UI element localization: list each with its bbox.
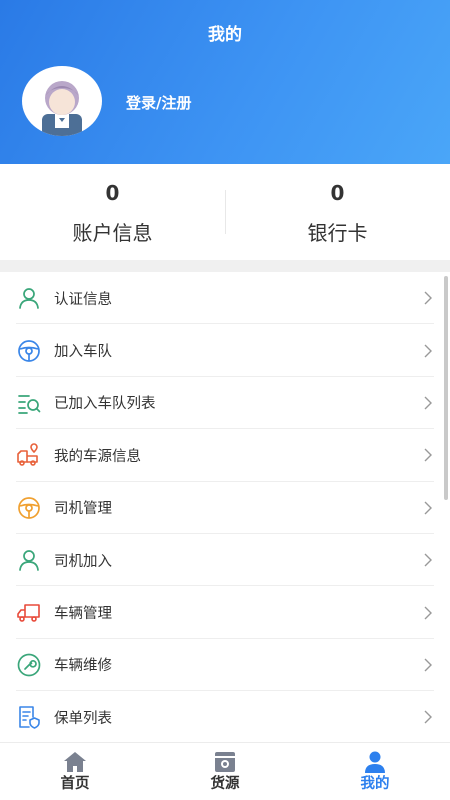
tab-label: 货源 bbox=[210, 776, 240, 792]
chevron-right-icon bbox=[424, 658, 432, 672]
tab-cargo[interactable]: 货源 bbox=[150, 743, 300, 800]
chevron-right-icon bbox=[424, 396, 432, 410]
menu-item-joined-fleets[interactable]: 已加入车队列表 bbox=[0, 377, 450, 430]
account-info-label: 账户信息 bbox=[72, 221, 153, 245]
bank-card-label: 银行卡 bbox=[307, 221, 368, 245]
page-title: 我的 bbox=[208, 25, 242, 45]
bottom-tab-bar: 首页 货源 我的 bbox=[0, 742, 450, 800]
truck-icon bbox=[17, 603, 40, 622]
account-stats: 0 账户信息 0 银行卡 bbox=[0, 164, 450, 260]
menu-item-my-vehicle-info[interactable]: 我的车源信息 bbox=[0, 429, 450, 482]
menu-item-vehicle-management[interactable]: 车辆管理 bbox=[0, 586, 450, 640]
chevron-right-icon bbox=[424, 291, 432, 305]
chevron-right-icon bbox=[424, 448, 432, 462]
menu-item-certification[interactable]: 认证信息 bbox=[0, 272, 450, 325]
scrollbar[interactable] bbox=[444, 276, 448, 500]
menu-label: 司机加入 bbox=[54, 553, 112, 570]
chevron-right-icon bbox=[424, 344, 432, 358]
menu-item-driver-join[interactable]: 司机加入 bbox=[0, 534, 450, 587]
document-shield-icon bbox=[19, 706, 40, 730]
menu-item-policy-list[interactable]: 保单列表 bbox=[0, 691, 450, 743]
steering-wheel-icon bbox=[18, 339, 40, 362]
account-info-stat[interactable]: 0 账户信息 bbox=[0, 164, 225, 260]
chevron-right-icon bbox=[424, 501, 432, 515]
menu-item-driver-management[interactable]: 司机管理 bbox=[0, 482, 450, 535]
truck-location-icon bbox=[17, 443, 38, 467]
menu-label: 车辆管理 bbox=[54, 606, 112, 623]
chevron-right-icon bbox=[424, 553, 432, 567]
menu-label: 我的车源信息 bbox=[54, 448, 141, 465]
user-icon bbox=[365, 751, 385, 773]
home-icon bbox=[64, 752, 86, 772]
avatar[interactable] bbox=[22, 66, 102, 136]
menu-label: 保单列表 bbox=[54, 710, 112, 727]
stats-divider bbox=[225, 190, 226, 234]
menu-label: 车辆维修 bbox=[54, 658, 112, 675]
person-outline-icon bbox=[19, 288, 39, 310]
tab-home[interactable]: 首页 bbox=[0, 743, 150, 800]
menu-label: 已加入车队列表 bbox=[54, 396, 156, 413]
menu-item-join-fleet[interactable]: 加入车队 bbox=[0, 324, 450, 378]
section-gap bbox=[0, 260, 450, 272]
chevron-right-icon bbox=[424, 710, 432, 724]
list-search-icon bbox=[18, 395, 41, 414]
menu-label: 司机管理 bbox=[54, 501, 112, 518]
menu-label: 加入车队 bbox=[54, 344, 112, 361]
menu-item-vehicle-repair[interactable]: 车辆维修 bbox=[0, 639, 450, 692]
tab-label: 我的 bbox=[360, 776, 390, 792]
bank-card-value: 0 bbox=[330, 181, 345, 205]
tab-mine[interactable]: 我的 bbox=[300, 743, 450, 800]
tab-label: 首页 bbox=[60, 776, 90, 792]
profile-header: 我的 登录/注册 bbox=[0, 0, 450, 164]
profile-page: 我的 登录/注册 0 账户信息 0 银行卡 认证信息 加入车队 已加入车队列表 … bbox=[0, 0, 450, 800]
wrench-icon bbox=[17, 653, 41, 677]
person-outline-icon bbox=[19, 550, 39, 571]
steering-wheel-icon bbox=[18, 496, 40, 519]
chevron-right-icon bbox=[424, 606, 432, 620]
cargo-icon bbox=[215, 752, 235, 772]
menu-label: 认证信息 bbox=[54, 291, 112, 308]
account-info-value: 0 bbox=[105, 181, 120, 205]
menu-list: 认证信息 加入车队 已加入车队列表 我的车源信息 司机管理 司机加入 车辆管理 … bbox=[0, 272, 450, 744]
login-register-link[interactable]: 登录/注册 bbox=[126, 92, 191, 113]
bank-card-stat[interactable]: 0 银行卡 bbox=[225, 164, 450, 260]
